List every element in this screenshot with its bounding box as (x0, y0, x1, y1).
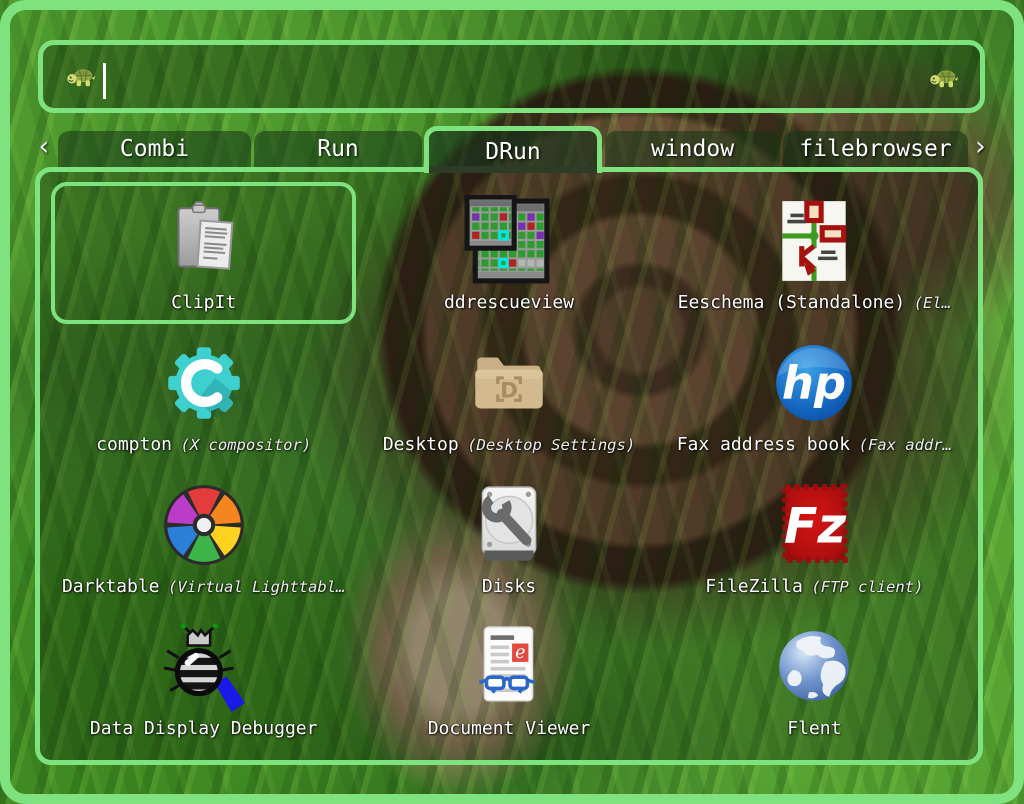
scroll-left-icon[interactable]: ‹ (36, 133, 52, 160)
app-label: Flent (787, 718, 841, 739)
svg-text:e: e (515, 643, 525, 663)
svg-text:Fz: Fz (784, 496, 847, 554)
tab-window[interactable]: window (605, 131, 780, 167)
aperture-wheel-icon (158, 479, 250, 571)
gear-c-icon (158, 337, 250, 429)
app-label: Eeschema (Standalone) (678, 292, 906, 313)
svg-text:hp: hp (782, 356, 846, 409)
drive-wrench-icon (463, 479, 555, 571)
app-label: FileZilla (705, 576, 803, 597)
app-fax-address-book[interactable]: hp Fax address book(Fax addr… (662, 324, 967, 466)
app-ddrescueview[interactable]: ddrescueview (356, 182, 661, 324)
app-flent[interactable]: Flent (662, 608, 967, 750)
app-label: Darktable (62, 576, 160, 597)
app-document-viewer[interactable]: e Document Viewer (356, 608, 661, 750)
block-map-icon (463, 195, 555, 287)
document-glasses-icon: e (463, 621, 555, 713)
search-input[interactable] (38, 40, 985, 113)
app-compton[interactable]: compton(X compositor) (51, 324, 356, 466)
app-label: Fax address book (677, 434, 850, 455)
tab-run[interactable]: Run (254, 131, 422, 167)
text-cursor (103, 63, 106, 99)
app-darktable[interactable]: Darktable(Virtual Lighttabl… (51, 466, 356, 608)
scroll-right-icon[interactable]: › (972, 133, 988, 160)
tab-combi[interactable]: Combi (58, 131, 251, 167)
turtle-icon (66, 66, 96, 90)
app-label: ClipIt (171, 292, 236, 313)
hp-logo-icon: hp (768, 337, 860, 429)
turtle-icon (929, 67, 959, 91)
app-eeschema[interactable]: Eeschema (Standalone)(El… (662, 182, 967, 324)
app-desktop[interactable]: D Desktop(Desktop Settings) (356, 324, 661, 466)
tab-filebrowser[interactable]: filebrowser (783, 131, 968, 167)
app-filezilla[interactable]: Fz FileZilla(FTP client) (662, 466, 967, 608)
svg-text:D: D (500, 378, 518, 403)
bug-magnifier-icon (158, 621, 250, 713)
folder-d-icon: D (463, 337, 555, 429)
app-disks[interactable]: Disks (356, 466, 661, 608)
app-clipit[interactable]: ClipIt (51, 182, 356, 324)
clipboard-icon (158, 195, 250, 287)
app-label: Disks (482, 576, 536, 597)
mode-tabbar: Combi Run DRun window filebrowser (35, 126, 983, 167)
globe-icon (768, 621, 860, 713)
app-label: Data Display Debugger (90, 718, 318, 739)
app-label: Desktop (383, 434, 459, 455)
app-label: Document Viewer (428, 718, 591, 739)
app-label: ddrescueview (444, 292, 574, 313)
tab-drun[interactable]: DRun (424, 126, 602, 173)
circuit-schematic-icon (768, 195, 860, 287)
app-label: compton (96, 434, 172, 455)
stamp-fz-icon: Fz (768, 479, 860, 571)
app-list: ClipIt (35, 167, 983, 765)
app-data-display-debugger[interactable]: Data Display Debugger (51, 608, 356, 750)
